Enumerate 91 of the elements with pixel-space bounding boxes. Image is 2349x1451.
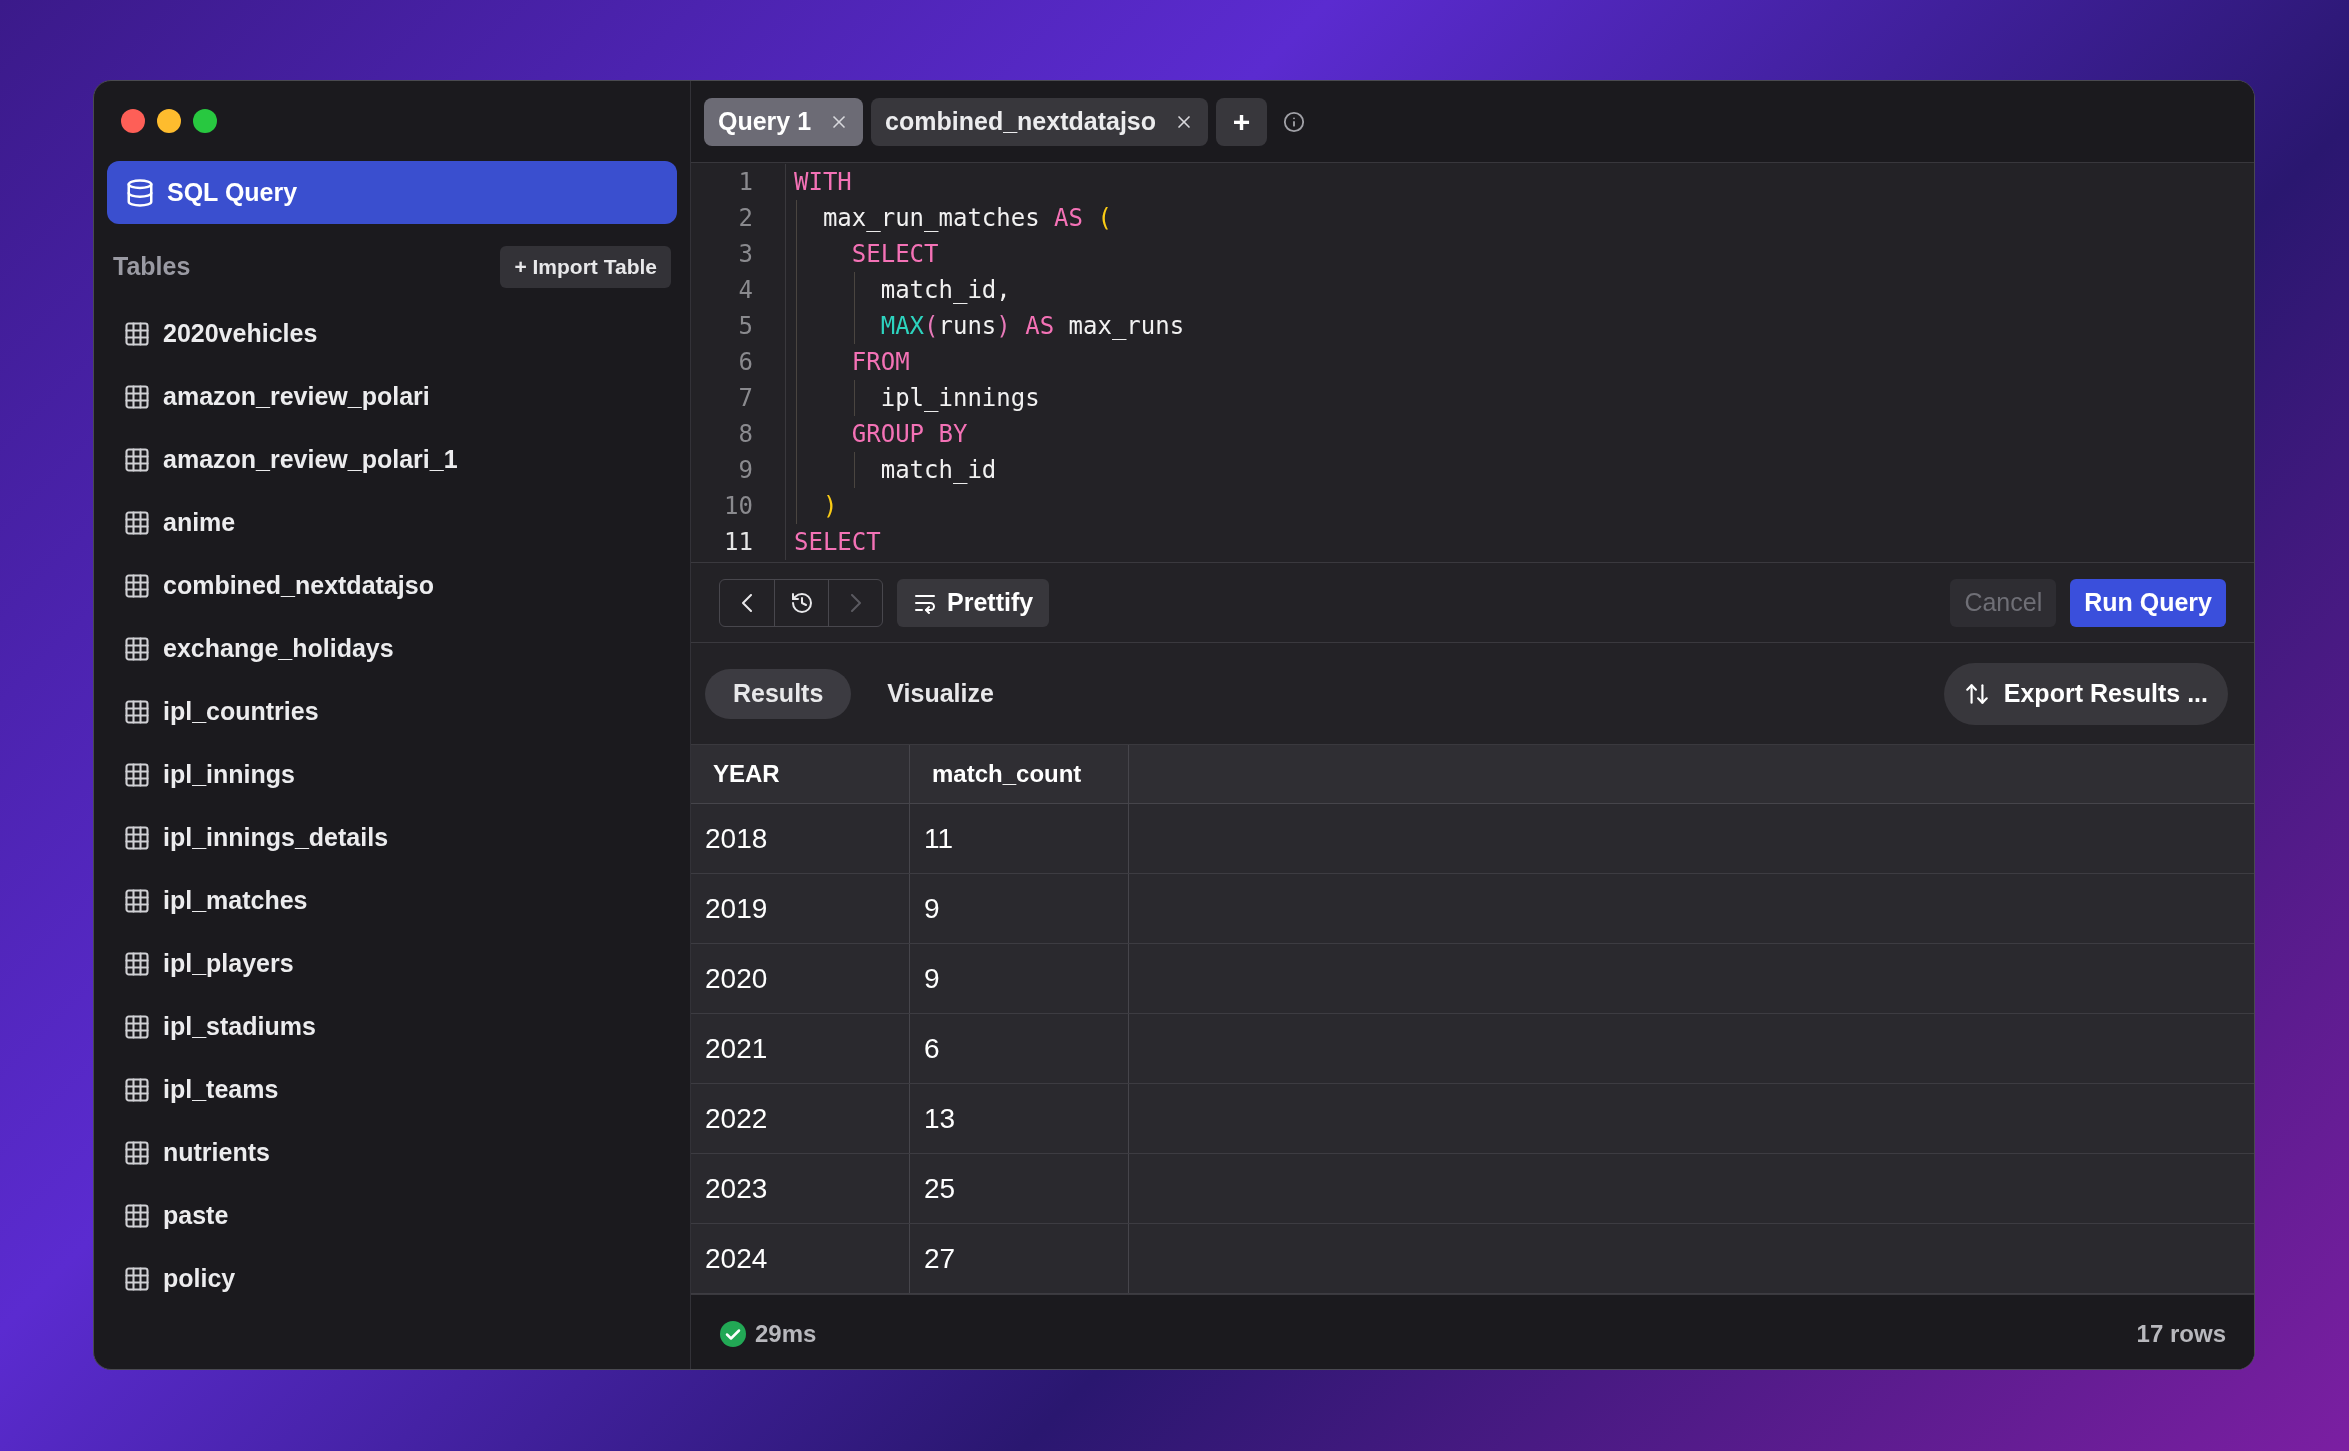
table-cell: 25 xyxy=(910,1154,1129,1223)
table-icon xyxy=(123,823,151,852)
prettify-button[interactable]: Prettify xyxy=(897,578,1050,627)
line-number: 9 xyxy=(737,455,753,486)
sidebar-nav-item[interactable]: SQL Query xyxy=(107,161,677,224)
table-cell: 2019 xyxy=(691,874,910,943)
table-list-item[interactable]: amazon_review_polari xyxy=(107,365,677,428)
line-number: 6 xyxy=(737,347,753,378)
close-window-icon[interactable] xyxy=(121,109,145,133)
table-list-item[interactable]: ipl_teams xyxy=(107,1058,677,1121)
code-line: match_id, xyxy=(879,275,1011,306)
line-number: 8 xyxy=(737,419,753,450)
add-tab-button[interactable]: + xyxy=(1216,97,1267,146)
table-list-item[interactable]: ipl_matches xyxy=(107,869,677,932)
code-line: GROUP BY xyxy=(850,419,968,450)
import-table-button[interactable]: + Import Table xyxy=(500,246,671,288)
line-number: 10 xyxy=(723,491,753,522)
code-line: ipl_innings xyxy=(879,383,1040,414)
table-icon xyxy=(123,319,151,348)
database-icon xyxy=(125,177,155,208)
table-list-item[interactable]: ipl_innings_details xyxy=(107,806,677,869)
result-tab[interactable]: Visualize xyxy=(859,668,1022,719)
column-header: YEAR xyxy=(691,745,910,803)
table-icon xyxy=(123,1138,151,1167)
line-number: 5 xyxy=(737,311,753,342)
table-list-item[interactable]: exchange_holidays xyxy=(107,617,677,680)
table-list-item[interactable]: ipl_innings xyxy=(107,743,677,806)
table-icon xyxy=(123,1201,151,1230)
table-cell: 2024 xyxy=(691,1224,910,1293)
minimize-window-icon[interactable] xyxy=(157,109,181,133)
line-number: 1 xyxy=(737,167,753,198)
code-line: SELECT xyxy=(850,239,939,270)
table-icon xyxy=(123,571,151,600)
chevron-left-icon xyxy=(742,593,752,612)
table-list-item[interactable]: ipl_players xyxy=(107,932,677,995)
result-tab[interactable]: Results xyxy=(705,668,852,719)
table-cell: 2020 xyxy=(691,944,910,1013)
line-number: 2 xyxy=(737,203,753,234)
table-list-item[interactable]: amazon_review_polari_1 xyxy=(107,428,677,491)
code-line: FROM xyxy=(850,347,910,378)
table-icon xyxy=(123,949,151,978)
table-icon xyxy=(123,760,151,789)
export-results-button[interactable]: Export Results ... xyxy=(1943,662,2228,725)
history-icon xyxy=(789,590,814,615)
line-number: 3 xyxy=(737,239,753,270)
table-icon xyxy=(123,634,151,663)
table-list-item[interactable]: ipl_stadiums xyxy=(107,995,677,1058)
code-line: ) xyxy=(821,491,838,522)
table-list-item[interactable]: 2020vehicles xyxy=(107,302,677,365)
table-list-item[interactable]: nutrients xyxy=(107,1121,677,1184)
column-header: match_count xyxy=(910,745,1129,803)
table-cell: 9 xyxy=(910,944,1129,1013)
table-list-item[interactable]: paste xyxy=(107,1184,677,1247)
table-list-item[interactable]: ipl_countries xyxy=(107,680,677,743)
info-icon[interactable] xyxy=(1283,110,1305,133)
table-icon xyxy=(123,445,151,474)
code-line: max_run_matches AS ( xyxy=(821,203,1112,234)
row-count: 17 rows xyxy=(2136,1318,2226,1349)
table-cell: 2021 xyxy=(691,1014,910,1083)
table-icon xyxy=(123,697,151,726)
table-cell: 27 xyxy=(910,1224,1129,1293)
table-list-item[interactable]: combined_nextdatajso xyxy=(107,554,677,617)
table-cell: 2018 xyxy=(691,804,910,873)
code-line: MAX(runs) AS max_runs xyxy=(879,311,1185,342)
table-icon xyxy=(123,1075,151,1104)
table-icon xyxy=(123,382,151,411)
table-cell: 2023 xyxy=(691,1154,910,1223)
table-icon xyxy=(123,508,151,537)
run-query-button[interactable]: Run Query xyxy=(2070,578,2226,627)
query-duration: 29ms xyxy=(755,1318,817,1349)
zoom-window-icon[interactable] xyxy=(193,109,217,133)
line-number: 11 xyxy=(723,527,753,558)
line-number: 4 xyxy=(737,275,753,306)
code-line: match_id xyxy=(879,455,997,486)
query-tab[interactable]: combined_nextdatajso xyxy=(871,97,1208,146)
line-number: 7 xyxy=(737,383,753,414)
code-line: WITH xyxy=(794,167,852,198)
table-cell: 2022 xyxy=(691,1084,910,1153)
table-cell: 13 xyxy=(910,1084,1129,1153)
chevron-right-icon xyxy=(850,593,861,612)
table-icon xyxy=(123,886,151,915)
table-list-item[interactable]: anime xyxy=(107,491,677,554)
table-icon xyxy=(123,1012,151,1041)
table-cell: 6 xyxy=(910,1014,1129,1083)
query-tab[interactable]: Query 1 xyxy=(704,97,864,146)
section-title: Tables xyxy=(113,251,191,283)
table-cell: 9 xyxy=(910,874,1129,943)
table-cell: 11 xyxy=(910,804,1129,873)
table-list-item[interactable]: policy xyxy=(107,1247,677,1310)
code-line: SELECT xyxy=(794,527,881,558)
table-icon xyxy=(123,1264,151,1293)
